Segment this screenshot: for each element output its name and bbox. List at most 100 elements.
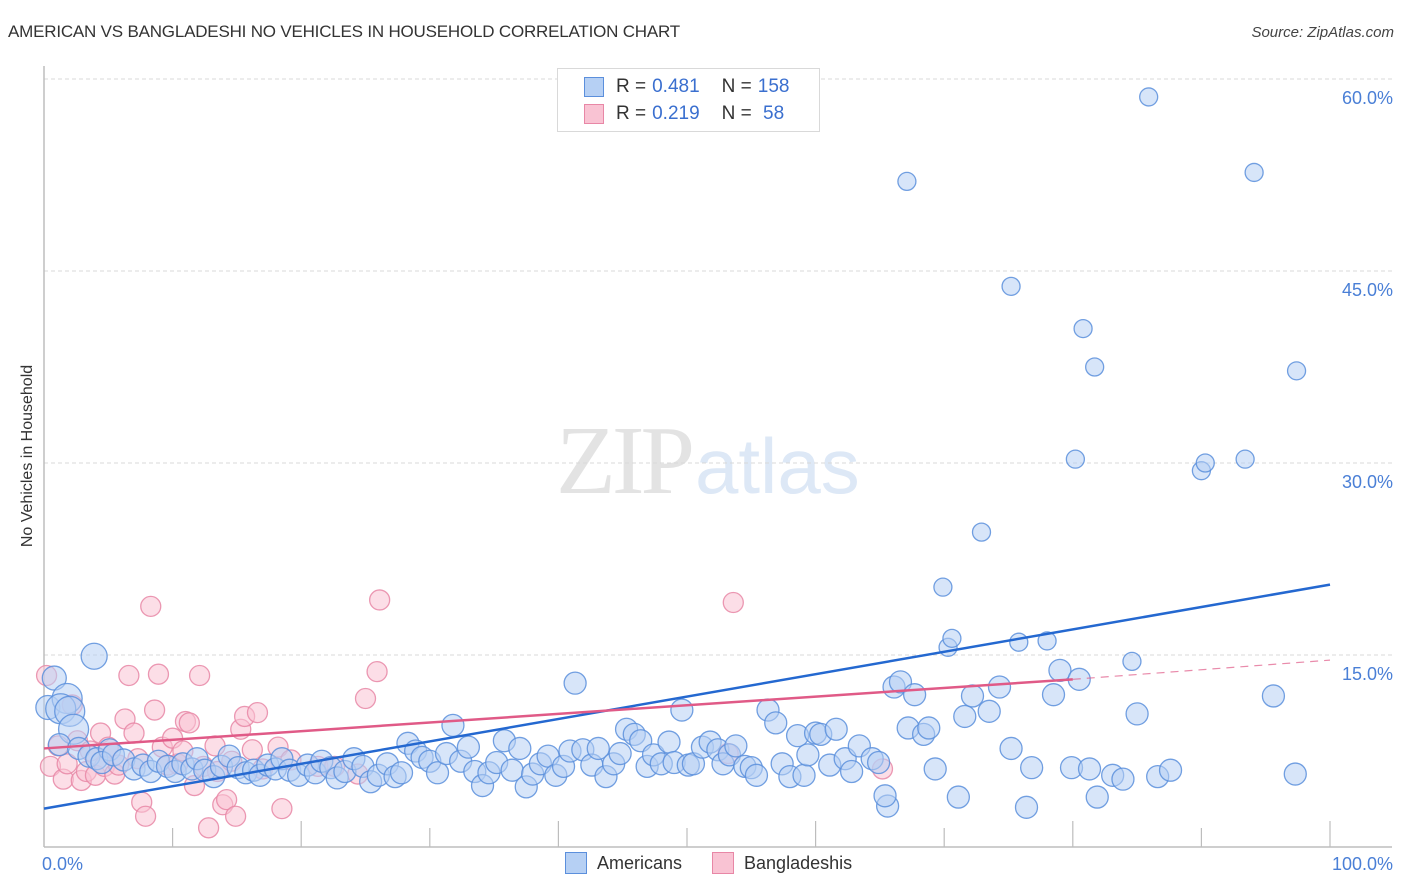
r-value: 0.481 — [652, 76, 700, 97]
americans-point — [1065, 449, 1086, 469]
bangladeshis-point — [368, 589, 391, 611]
americans-point — [1041, 683, 1066, 707]
americans-point — [1125, 702, 1149, 726]
americans-point — [1139, 87, 1159, 107]
bangladeshis-swatch — [712, 852, 735, 874]
americans-point — [1001, 276, 1021, 297]
legend-item-bangladeshis[interactable]: Bangladeshis — [712, 852, 852, 874]
legend-label-americans: Americans — [597, 852, 683, 873]
x-tick-label: 100.0% — [1332, 854, 1393, 874]
bangladeshis-point — [224, 805, 247, 827]
bangladeshis-point — [241, 739, 263, 761]
americans-point — [1111, 767, 1135, 791]
legend-row-americans: R = 0.481 N = 158 — [584, 75, 789, 99]
americans-point — [608, 741, 632, 766]
bangladeshis-point — [140, 595, 162, 618]
americans-point — [1122, 651, 1142, 672]
americans-point — [942, 628, 962, 649]
americans-point — [902, 683, 927, 707]
bangladeshis-point — [123, 722, 145, 744]
americans-point — [987, 675, 1012, 699]
americans-point — [389, 761, 414, 785]
n-label: N = — [721, 103, 752, 124]
americans-point — [824, 717, 848, 741]
americans-point — [1261, 684, 1286, 708]
americans-point — [923, 757, 947, 781]
americans-point — [960, 684, 985, 708]
bangladeshis-point — [366, 660, 388, 683]
gridlines — [44, 78, 1392, 656]
americans-point — [1014, 795, 1039, 819]
americans-point — [441, 713, 465, 738]
bangladeshis-point — [143, 699, 166, 721]
americans-point — [764, 711, 788, 735]
americans-point — [724, 734, 748, 758]
y-tick-label: 30.0% — [1342, 472, 1393, 492]
americans-point — [744, 763, 769, 787]
legend-item-americans[interactable]: Americans — [565, 852, 682, 874]
americans-point — [1077, 757, 1102, 781]
americans-point — [1009, 632, 1029, 652]
americans-point — [953, 704, 977, 729]
legend-row-bangladeshis: R = 0.219 N = 58 — [584, 102, 784, 126]
americans-point — [1283, 762, 1307, 786]
legend-label-bangladeshis: Bangladeshis — [744, 852, 853, 873]
americans-point — [873, 784, 897, 808]
americans-point — [946, 785, 970, 809]
americans-point — [657, 730, 681, 754]
americans-point — [971, 522, 992, 542]
bangladeshis-point — [271, 797, 293, 820]
x-tick-label: 0.0% — [42, 854, 83, 874]
americans-swatch — [584, 77, 604, 97]
bangladeshis-point — [118, 664, 140, 687]
bangladeshis-swatch — [584, 104, 604, 124]
bangladeshis-point — [134, 805, 157, 827]
correlation-legend: R = 0.481 N = 158 R = 0.219 N = 58 — [557, 68, 820, 132]
n-value: 58 — [757, 103, 785, 124]
bangladeshis-point — [246, 701, 269, 724]
bangladeshis-point — [178, 712, 200, 734]
bangladeshis-point — [354, 687, 377, 710]
americans-point — [1158, 758, 1183, 782]
americans-point — [1195, 453, 1215, 473]
americans-point — [1048, 658, 1072, 683]
r-label: R = — [616, 103, 647, 124]
americans-point — [933, 577, 953, 597]
y-tick-label: 45.0% — [1342, 280, 1393, 300]
americans-point — [897, 171, 917, 192]
americans-point — [670, 698, 694, 722]
bangladeshis-point — [197, 817, 220, 839]
americans-point — [563, 671, 587, 695]
americans-swatch — [565, 852, 587, 874]
americans-point — [796, 743, 820, 767]
y-tick-label: 60.0% — [1342, 88, 1393, 108]
americans-point — [1019, 755, 1044, 780]
scatter-plot: 15.0% 30.0% 45.0% 60.0% 0.0% 100.0% — [35, 66, 1393, 874]
americans-point — [999, 736, 1023, 761]
americans-point — [1085, 785, 1109, 809]
americans-point — [977, 699, 1001, 723]
americans-point — [1286, 361, 1307, 381]
americans-point — [792, 763, 816, 787]
n-value: 158 — [757, 76, 790, 97]
y-tick-label: 15.0% — [1342, 664, 1393, 684]
americans-point — [1235, 449, 1255, 469]
americans-point — [47, 732, 72, 757]
americans-point — [456, 735, 481, 759]
bangladeshis-point — [188, 664, 211, 687]
americans-point — [917, 716, 941, 740]
americans-point — [1085, 357, 1105, 377]
series-legend: Americans Bangladeshis — [565, 852, 882, 874]
americans-point — [508, 736, 532, 761]
bangladeshis-point — [147, 663, 170, 685]
americans-points — [35, 87, 1307, 819]
bangladeshis-trend-extension — [1072, 659, 1331, 680]
americans-point — [1073, 318, 1093, 339]
r-value: 0.219 — [652, 103, 700, 124]
americans-point — [866, 750, 891, 775]
r-label: R = — [616, 76, 647, 97]
americans-point — [80, 642, 108, 670]
americans-point — [839, 759, 864, 784]
n-label: N = — [721, 76, 752, 97]
americans-point — [1244, 162, 1264, 183]
